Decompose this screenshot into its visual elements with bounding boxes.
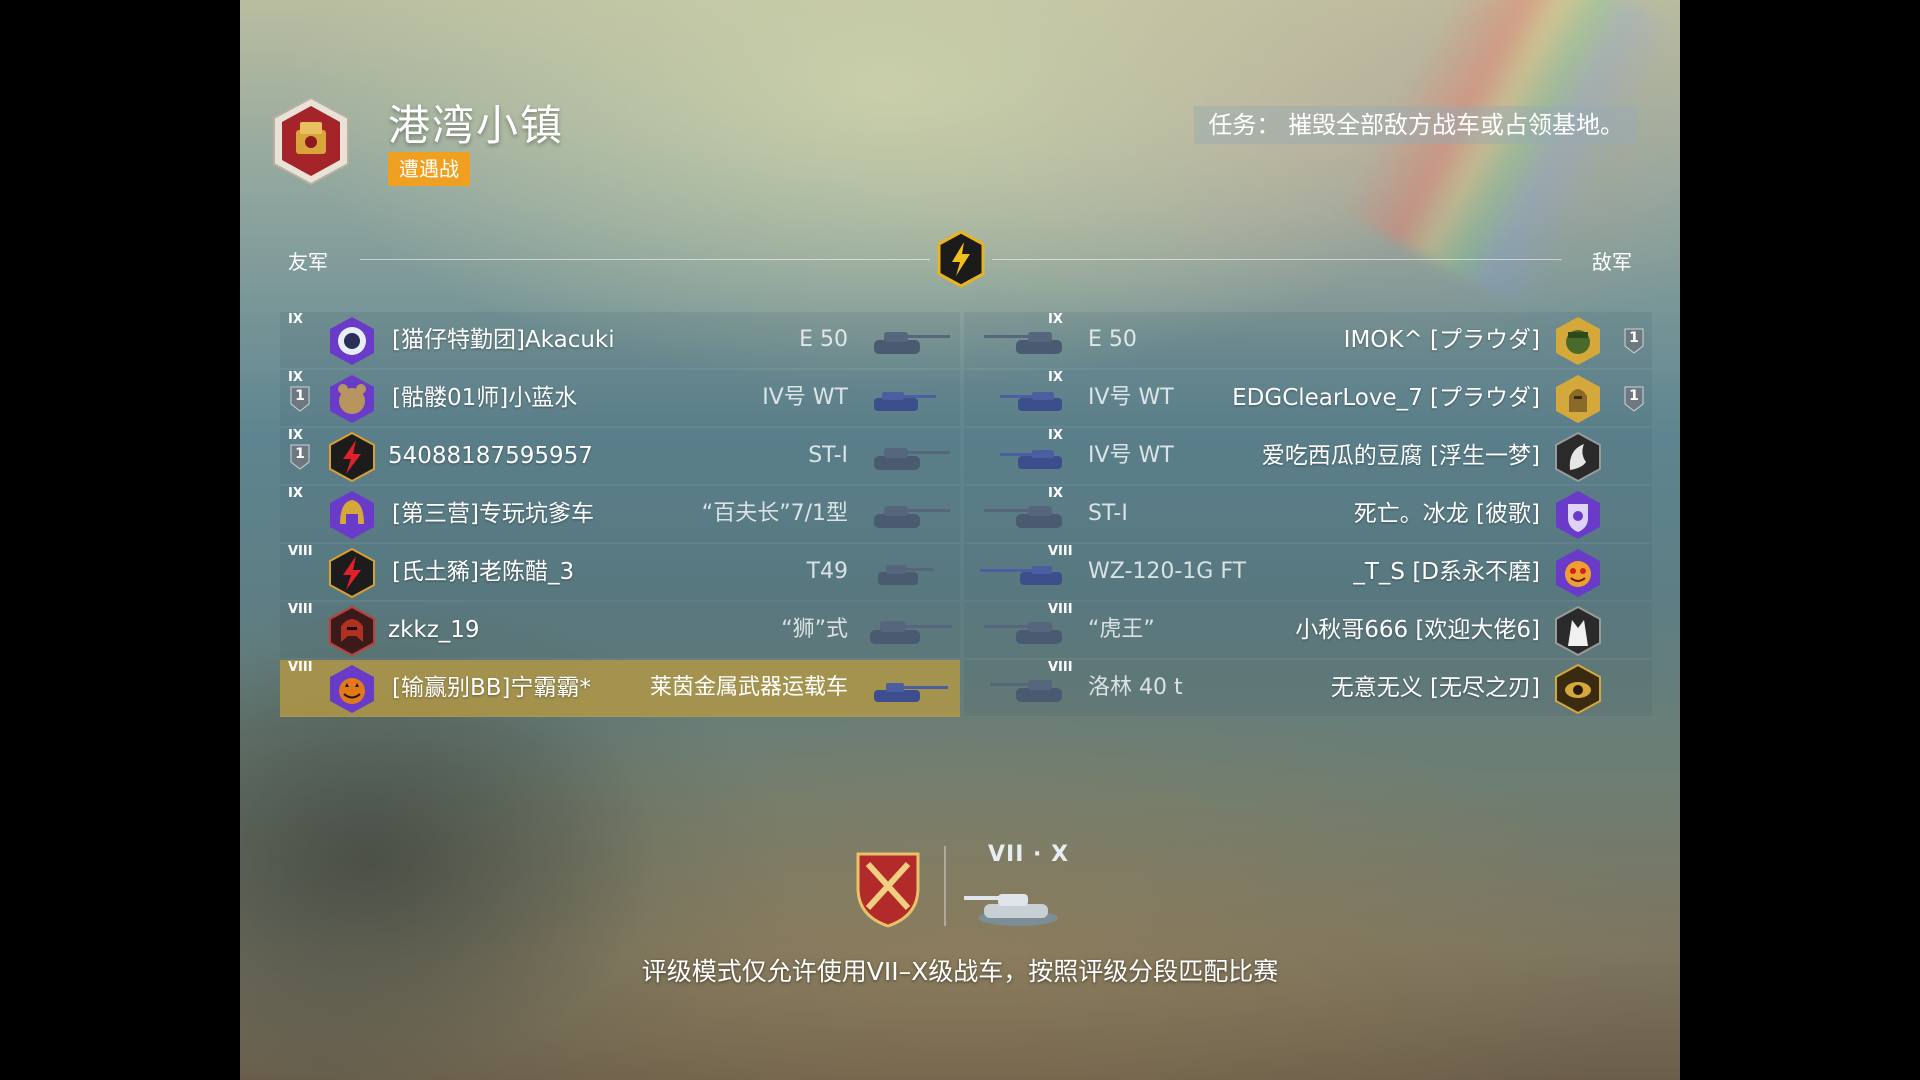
tank-tier: VIII [288, 544, 313, 559]
enemy-row: VIII WZ-120-1G FT _T_S [D系永不磨] [964, 544, 1652, 601]
platoon-number: 1 [1629, 388, 1639, 404]
enemy-player-name: 无意无义 [无尽之刃] [1330, 675, 1540, 701]
lightning-emblem-icon [937, 230, 985, 288]
tank-destroyer-icon [878, 565, 934, 585]
heavy-tank-icon [984, 622, 1062, 644]
allies-label: 友军 [288, 250, 328, 274]
battle-loading-screen: 港湾小镇 遭遇战 任务： 摧毁全部敌方战车或占领基地。 友军 敌军 [猫仔特勤团… [240, 0, 1680, 1080]
enemy-tank-name: 洛林 40 t [1088, 675, 1183, 700]
divider-right [992, 259, 1562, 260]
ally-row: [氏土豨]老陈醋_3 T49 VIII [280, 544, 960, 601]
enemy-tank-name: IV号 WT [1088, 443, 1174, 468]
enemy-player-name: IMOK^ [プラウダ] [1343, 327, 1540, 353]
tier-range-label: VII · X [988, 842, 1070, 867]
enemy-player-name: _T_S [D系永不磨] [1353, 559, 1540, 585]
medium-tank-icon [990, 680, 1062, 702]
enemy-tank-name: ST-I [1088, 501, 1128, 526]
tank-tier: IX [288, 370, 303, 385]
ally-row: zkkz_19 “狮”式 VIII [280, 602, 960, 659]
heavy-tank-icon [984, 506, 1062, 528]
ranked-mode-badge-icon [273, 96, 349, 186]
wolf-avatar-icon [1555, 606, 1601, 656]
tank-icon [964, 894, 1058, 926]
enemy-tank-name: E 50 [1088, 327, 1137, 352]
heavy-tank-icon [870, 621, 952, 644]
heavy-tank-icon [984, 332, 1062, 354]
enemy-player-name: EDGClearLove_7 [プラウダ] [1232, 385, 1540, 411]
medium-tank-icon [874, 506, 950, 528]
enemy-row: VIII 洛林 40 t 无意无义 [无尽之刃] [964, 660, 1652, 717]
tank-destroyer-icon [874, 392, 936, 411]
ally-row: 1 [骷髅01师]小蓝水 IV号 WT IX [280, 370, 960, 427]
platoon-number: 1 [295, 388, 305, 404]
knight-avatar-icon [1556, 375, 1600, 423]
enemy-player-name: 小秋哥666 [欢迎大佬6] [1295, 617, 1540, 643]
enemy-player-name: 爱吃西瓜的豆腐 [浮生一梦] [1261, 443, 1540, 469]
tank-destroyer-icon [1000, 450, 1062, 469]
heavy-tank-icon [874, 448, 950, 470]
soldier-avatar-icon [1556, 317, 1600, 365]
enemy-row: IX IV号 WT EDGClearLove_7 [プラウダ] 1 [964, 370, 1652, 427]
bottom-separator [944, 846, 946, 926]
platoon-badge-icon: 1 [1624, 386, 1644, 412]
ally-row: [第三营]专玩坑爹车 “百夫长”7/1型 IX [280, 486, 960, 543]
ally-row: 1 54088187595957 ST-I IX [280, 428, 960, 485]
enemy-row: IX IV号 WT 爱吃西瓜的豆腐 [浮生一梦] [964, 428, 1652, 485]
tank-destroyer-icon [1000, 392, 1062, 411]
smiley-avatar-icon [1556, 549, 1600, 597]
ranked-mode-description: 评级模式仅允许使用VII–X级战车，按照评级分段匹配比赛 [641, 957, 1279, 986]
platoon-badge-icon: 1 [290, 386, 310, 412]
ally-row-self: [输赢别BB]宁霸霸* 莱茵金属武器运载车 VIII [280, 660, 960, 717]
tank-destroyer-icon [980, 566, 1062, 585]
crest-avatar-icon [1556, 491, 1600, 539]
enemy-row: IX E 50 IMOK^ [プラウダ] 1 [964, 312, 1652, 369]
tank-tier: VIII [288, 602, 313, 617]
tank-tier: VIII [288, 660, 313, 675]
tank-tier: IX [288, 428, 303, 443]
platoon-number: 1 [1629, 330, 1639, 346]
eye-avatar-icon [1555, 664, 1601, 714]
heavy-tank-icon [874, 332, 950, 354]
tank-tier: IX [288, 486, 303, 501]
enemies-label: 敌军 [1592, 250, 1632, 274]
ally-row: [猫仔特勤团]Akacuki E 50 IX [280, 312, 960, 369]
divider-left [360, 259, 930, 260]
enemy-tank-name: WZ-120-1G FT [1088, 559, 1247, 584]
raven-avatar-icon [1555, 432, 1601, 482]
ranked-shield-icon [856, 852, 920, 928]
mission-objective: 任务： 摧毁全部敌方战车或占领基地。 [1194, 106, 1638, 144]
platoon-number: 1 [295, 446, 305, 462]
spg-tank-icon [874, 683, 948, 702]
enemy-player-name: 死亡。冰龙 [彼歌] [1353, 501, 1540, 527]
platoon-badge-icon: 1 [290, 444, 310, 470]
enemy-row: VIII “虎王” 小秋哥666 [欢迎大佬6] [964, 602, 1652, 659]
battle-type-badge: 遭遇战 [388, 152, 470, 186]
enemy-row: IX ST-I 死亡。冰龙 [彼歌] [964, 486, 1652, 543]
enemy-tank-name: “虎王” [1088, 617, 1155, 642]
platoon-badge-icon: 1 [1624, 328, 1644, 354]
enemy-tank-name: IV号 WT [1088, 385, 1174, 410]
tank-tier: IX [288, 312, 303, 327]
map-title: 港湾小镇 [388, 101, 565, 150]
